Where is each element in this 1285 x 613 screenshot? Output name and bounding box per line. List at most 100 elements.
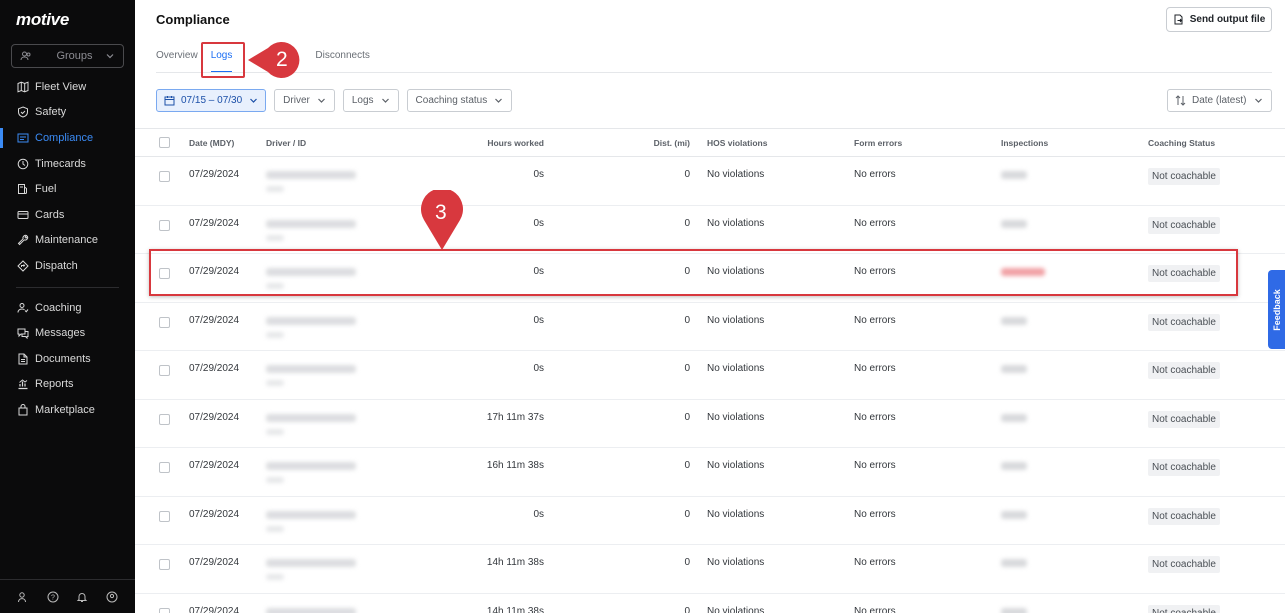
cell-inspections-redacted[interactable] [1001, 460, 1027, 470]
sidebar-item-label: Reports [35, 378, 74, 391]
column-header-date[interactable]: Date (MDY) [189, 138, 234, 148]
cell-driver-redacted[interactable] [266, 557, 356, 580]
column-header-distance[interactable]: Dist. (mi) [654, 138, 690, 148]
cell-inspections-redacted[interactable] [1001, 218, 1027, 228]
sidebar-item-dispatch[interactable]: Dispatch [0, 253, 135, 279]
wrench-icon [17, 234, 29, 246]
help-icon[interactable]: ? [47, 591, 59, 603]
feedback-tab[interactable]: Feedback [1268, 270, 1285, 349]
column-header-coaching-status[interactable]: Coaching Status [1148, 138, 1215, 148]
tab-disconnects[interactable]: Disconnects [315, 44, 369, 72]
table-row[interactable]: 07/29/2024 0s 0 No violations No errors Not c… [135, 497, 1285, 545]
table-row[interactable]: 07/29/2024 0s 0 No violations No errors Not c… [135, 157, 1285, 206]
sidebar-item-fuel[interactable]: Fuel [0, 176, 135, 202]
chevron-down-icon [494, 96, 503, 105]
select-all-checkbox[interactable] [159, 137, 170, 148]
table-row[interactable]: 07/29/2024 0s 0 No violations No errors Not c… [135, 206, 1285, 254]
row-checkbox[interactable] [159, 559, 170, 570]
cell-driver-redacted[interactable] [266, 509, 356, 532]
tabs-divider [156, 72, 1272, 73]
groups-selector[interactable]: Groups [11, 44, 124, 68]
cell-driver-redacted[interactable] [266, 412, 356, 435]
sidebar-item-messages[interactable]: Messages [0, 320, 135, 346]
sidebar-item-fleet-view[interactable]: Fleet View [0, 74, 135, 100]
redacted-inspection [1001, 462, 1027, 470]
row-checkbox[interactable] [159, 510, 170, 522]
cell-driver-redacted[interactable] [266, 315, 356, 338]
redacted-driver-id [266, 477, 284, 483]
sidebar-item-timecards[interactable]: Timecards [0, 151, 135, 177]
sidebar-item-coaching[interactable]: Coaching [0, 295, 135, 321]
sidebar-item-documents[interactable]: Documents [0, 346, 135, 372]
cell-distance: 0 [684, 217, 690, 229]
driver-filter-label: Driver [283, 95, 310, 106]
cell-inspections-redacted[interactable] [1001, 606, 1027, 613]
table-row[interactable]: 07/29/2024 17h 11m 37s 0 No violations No er… [135, 400, 1285, 448]
sidebar-item-maintenance[interactable]: Maintenance [0, 228, 135, 254]
cell-inspections-redacted[interactable] [1001, 315, 1027, 325]
sidebar-item-label: Timecards [35, 157, 86, 170]
table-row[interactable]: 07/29/2024 0s 0 No violations No errors Not c… [135, 351, 1285, 400]
redacted-driver-id [266, 574, 284, 580]
cell-driver-redacted[interactable] [266, 218, 356, 241]
logs-filter[interactable]: Logs [342, 89, 399, 112]
sidebar-item-label: Fleet View [35, 80, 87, 93]
cell-form-errors: No errors [854, 314, 896, 326]
cell-distance: 0 [684, 605, 690, 613]
sidebar-item-cards[interactable]: Cards [0, 202, 135, 228]
column-header-driver[interactable]: Driver / ID [266, 138, 306, 148]
sidebar-item-compliance[interactable]: Compliance [0, 125, 135, 151]
bell-icon[interactable] [76, 591, 88, 603]
column-header-hos-violations[interactable]: HOS violations [707, 138, 767, 148]
column-header-inspections[interactable]: Inspections [1001, 138, 1048, 148]
user-icon[interactable] [17, 591, 29, 603]
cell-inspections-redacted[interactable] [1001, 169, 1027, 179]
row-checkbox[interactable] [159, 316, 170, 328]
column-header-hours[interactable]: Hours worked [487, 138, 544, 148]
sidebar-item-reports[interactable]: Reports [0, 372, 135, 398]
sidebar-item-label: Messages [35, 327, 86, 340]
cell-inspections-redacted[interactable] [1001, 509, 1027, 519]
sort-dropdown[interactable]: Date (latest) [1167, 89, 1272, 112]
sidebar-item-label: Coaching [35, 301, 82, 314]
send-output-file-button[interactable]: Send output file [1166, 7, 1272, 32]
cell-date: 07/29/2024 [189, 169, 240, 180]
row-checkbox[interactable] [159, 219, 170, 231]
coaching-status-filter[interactable]: Coaching status [406, 89, 513, 112]
driver-filter[interactable]: Driver [274, 89, 335, 112]
chevron-down-icon [317, 96, 326, 105]
row-checkbox[interactable] [159, 365, 170, 376]
sidebar-item-marketplace[interactable]: Marketplace [0, 397, 135, 423]
coaching-status-filter-label: Coaching status [415, 95, 488, 106]
shield-icon [17, 106, 29, 118]
tab-overview[interactable]: Overview [156, 44, 198, 72]
row-checkbox[interactable] [159, 171, 170, 182]
date-range-filter[interactable]: 07/15 – 07/30 [156, 89, 267, 112]
cell-inspections-redacted[interactable] [1001, 412, 1027, 422]
cell-inspections-redacted[interactable] [1001, 557, 1027, 567]
table-row[interactable]: 07/29/2024 0s 0 No violations No errors Not c… [135, 303, 1285, 351]
cell-driver-redacted[interactable] [266, 363, 356, 386]
column-header-form-errors[interactable]: Form errors [854, 138, 902, 148]
page-title: Compliance [156, 12, 230, 27]
annotation-highlight-row [149, 249, 1238, 296]
table-row[interactable]: 07/29/2024 14h 11m 38s 0 No violations No er… [135, 594, 1285, 613]
annotation-marker-2-label: 2 [276, 48, 288, 71]
account-icon[interactable] [106, 591, 118, 603]
cell-driver-redacted[interactable] [266, 460, 356, 483]
cell-inspections-redacted[interactable] [1001, 363, 1027, 373]
redacted-driver-name [266, 510, 356, 519]
row-checkbox[interactable] [159, 462, 170, 473]
row-checkbox[interactable] [159, 413, 170, 425]
marketplace-icon [17, 403, 29, 416]
redacted-driver-name [266, 413, 356, 422]
cell-hours-worked: 0s [533, 217, 544, 229]
card-icon [17, 209, 29, 221]
table-row[interactable]: 07/29/2024 14h 11m 38s 0 No violations No er… [135, 545, 1285, 594]
cell-driver-redacted[interactable] [266, 169, 356, 192]
row-checkbox[interactable] [159, 607, 170, 613]
sidebar-item-safety[interactable]: Safety [0, 100, 135, 126]
table-row[interactable]: 07/29/2024 16h 11m 38s 0 No violations No er… [135, 448, 1285, 497]
cell-driver-redacted[interactable] [266, 606, 356, 613]
motive-logo[interactable]: motive [16, 10, 69, 30]
